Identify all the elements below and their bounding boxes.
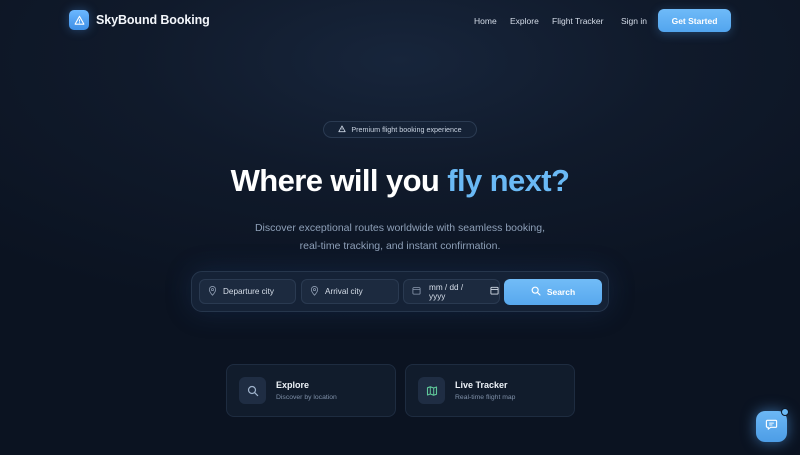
nav-link-sign-in[interactable]: Sign in: [621, 16, 647, 26]
date-input[interactable]: mm / dd / yyyy: [403, 279, 500, 304]
top-navbar: SkyBound Booking Home Explore Flight Tra…: [0, 0, 800, 42]
hero-headline: Where will you fly next?: [0, 163, 800, 199]
departure-city-input[interactable]: Departure city: [199, 279, 296, 304]
search-icon: [531, 286, 541, 298]
warning-triangle-icon: [338, 125, 346, 135]
calendar-picker-icon[interactable]: [490, 286, 499, 297]
explore-card[interactable]: Explore Discover by location: [226, 364, 396, 417]
explore-card-subtitle: Discover by location: [276, 394, 337, 401]
hero-subtitle: Discover exceptional routes worldwide wi…: [254, 222, 546, 252]
live-tracker-card-subtitle: Real-time flight map: [455, 394, 516, 401]
search-button[interactable]: Search: [504, 279, 602, 305]
brand[interactable]: SkyBound Booking: [69, 10, 210, 30]
chat-bubble-icon: [765, 418, 778, 436]
explore-card-text: Explore Discover by location: [276, 380, 337, 401]
map-icon: [418, 377, 445, 404]
calendar-icon: [412, 286, 421, 297]
arrival-city-input[interactable]: Arrival city: [301, 279, 399, 304]
brand-name: SkyBound Booking: [96, 13, 210, 27]
explore-card-title: Explore: [276, 380, 310, 390]
hero-badge: Premium flight booking experience: [323, 121, 477, 138]
nav-link-flight-tracker[interactable]: Flight Tracker: [552, 16, 604, 26]
notification-dot: [781, 408, 789, 416]
arrival-city-placeholder: Arrival city: [325, 287, 363, 296]
live-tracker-card-title: Live Tracker: [455, 380, 508, 390]
search-button-label: Search: [546, 287, 576, 297]
location-pin-icon: [208, 285, 217, 298]
departure-city-placeholder: Departure city: [223, 287, 274, 296]
location-pin-icon: [310, 285, 319, 298]
nav-link-home[interactable]: Home: [474, 16, 497, 26]
live-tracker-card[interactable]: Live Tracker Real-time flight map: [405, 364, 575, 417]
search-icon: [239, 377, 266, 404]
date-placeholder: mm / dd / yyyy: [429, 282, 464, 301]
hero-badge-text: Premium flight booking experience: [351, 125, 462, 134]
search-panel: Departure city Arrival city mm / dd / yy…: [191, 271, 609, 312]
warning-triangle-icon: [69, 10, 89, 30]
headline-accent: fly next?: [447, 163, 570, 198]
nav-link-explore[interactable]: Explore: [510, 16, 539, 26]
headline-start: Where will you: [230, 163, 448, 198]
get-started-button[interactable]: Get Started: [658, 9, 731, 32]
live-tracker-card-text: Live Tracker Real-time flight map: [455, 380, 515, 401]
